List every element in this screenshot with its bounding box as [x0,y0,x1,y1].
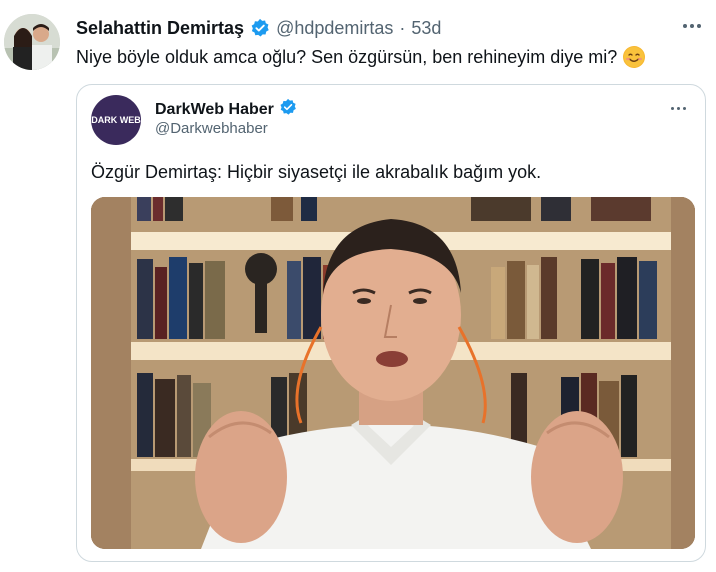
tweet-age[interactable]: 53d [411,18,441,39]
quoted-author-avatar[interactable]: DARK WEB [91,95,141,145]
author-avatar[interactable] [4,14,60,70]
author-handle[interactable]: @hdpdemirtas [276,18,393,39]
tweet-header: Selahattin Demirtaş @hdpdemirtas · 53d [76,14,441,42]
author-name[interactable]: Selahattin Demirtaş [76,18,244,39]
separator-dot: · [399,17,406,38]
tweet-text: Niye böyle olduk amca oğlu? Sen özgürsün… [76,46,646,68]
quoted-avatar-logo-text: DARK WEB [91,115,141,125]
verified-badge-icon[interactable] [250,18,270,38]
quoted-author-handle[interactable]: @Darkwebhaber [155,120,268,137]
quoted-more-options-icon[interactable] [671,103,693,113]
quoted-video-thumbnail[interactable] [91,197,695,549]
quoted-tweet-text: Özgür Demirtaş: Hiçbir siyasetçi ile akr… [91,162,542,182]
more-options-icon[interactable] [680,16,704,36]
tweet-text-content: Niye böyle olduk amca oğlu? Sen özgürsün… [76,46,618,67]
quoted-author-name-row: DarkWeb Haber [155,98,297,121]
smiling-face-icon [623,46,646,68]
quoted-author-name[interactable]: DarkWeb Haber [155,101,274,119]
quoted-verified-badge-icon[interactable] [279,98,297,121]
quoted-tweet-card[interactable]: DARK WEB DarkWeb Haber @Darkwebhaber Özg… [76,84,706,562]
